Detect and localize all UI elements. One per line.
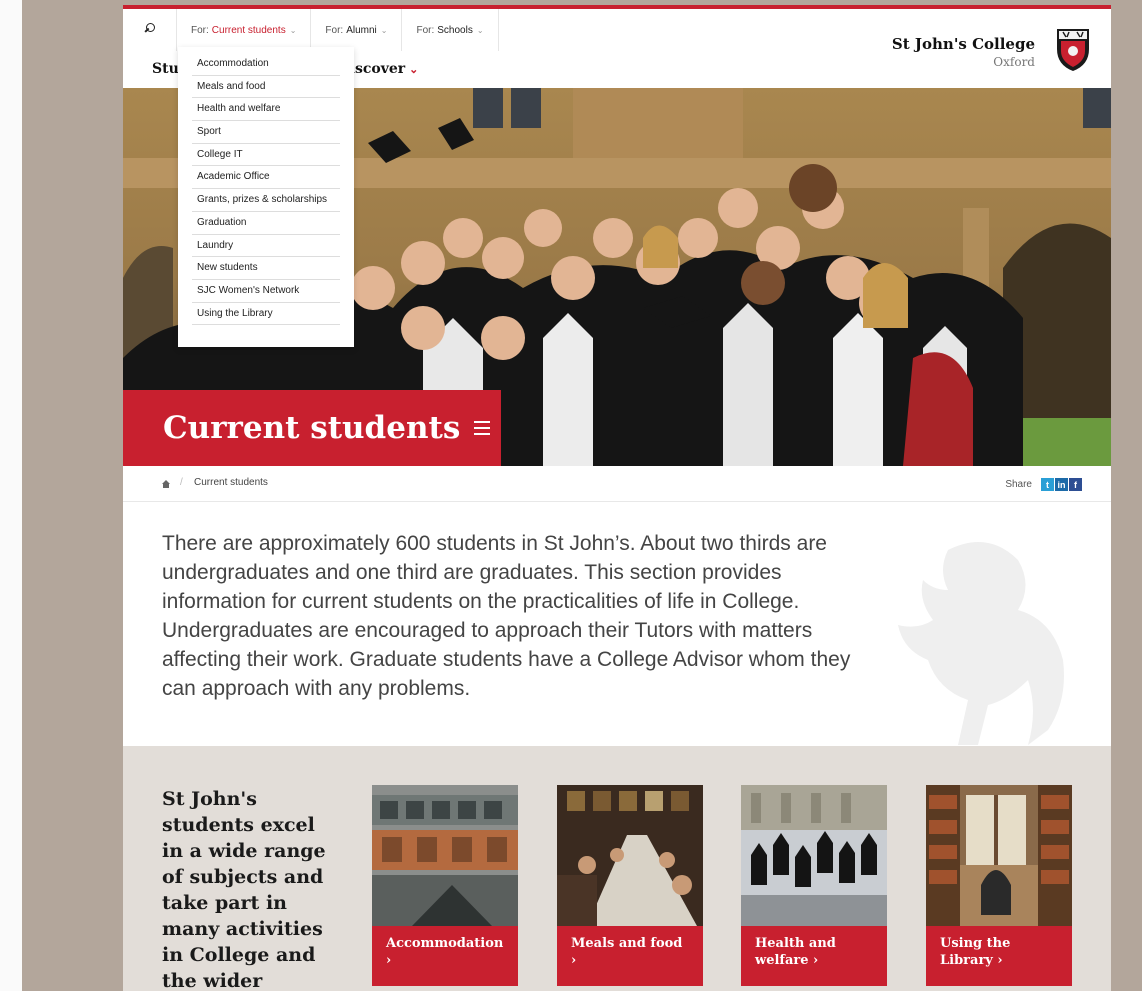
card-meals-and-food[interactable]: Meals and food ›: [557, 785, 703, 986]
card-label: Health and welfare ›: [741, 926, 887, 986]
dropdown-item-health-and-welfare[interactable]: Health and welfare: [192, 98, 340, 122]
dropdown-item-grants-prizes-scholarships[interactable]: Grants, prizes & scholarships: [192, 189, 340, 212]
breadcrumb-current: Current students: [194, 477, 268, 488]
card-using-the-library[interactable]: Using the Library ›: [926, 785, 1072, 986]
chevron-down-icon: ⌄: [409, 63, 419, 76]
dropdown-item-laundry[interactable]: Laundry: [192, 235, 340, 258]
page: For: Current students ⌄ For: Alumni ⌄ Fo…: [123, 5, 1111, 991]
audience-alumni[interactable]: For: Alumni ⌄: [311, 9, 403, 51]
card-label: Using the Library ›: [926, 926, 1072, 986]
library-photo: [926, 785, 1072, 926]
search-icon: [143, 23, 157, 37]
chevron-down-icon: ⌄: [380, 25, 388, 35]
intro-paragraph: There are approximately 600 students in …: [162, 532, 851, 700]
breadcrumb-separator: /: [180, 477, 183, 488]
audience-prefix: For:: [191, 24, 209, 36]
page-title-banner: Current students: [123, 390, 501, 466]
lion-watermark-icon: [898, 542, 1064, 745]
audience-current-students[interactable]: For: Current students ⌄: [177, 9, 312, 51]
dropdown-item-using-the-library[interactable]: Using the Library: [192, 303, 340, 326]
featured-section: St John's students excel in a wide range…: [123, 746, 1111, 991]
card-health-and-welfare[interactable]: Health and welfare ›: [741, 785, 887, 986]
card-label: Accommodation ›: [372, 926, 518, 986]
audience-nav: For: Current students ⌄ For: Alumni ⌄ Fo…: [123, 9, 499, 51]
dropdown-item-new-students[interactable]: New students: [192, 257, 340, 280]
dropdown-item-college-it[interactable]: College IT: [192, 144, 340, 167]
college-crest-logo[interactable]: [1055, 27, 1091, 73]
audience-prefix: For:: [416, 24, 435, 36]
hamburger-menu-icon[interactable]: [474, 421, 491, 435]
page-title: Current students: [163, 410, 461, 446]
card-accommodation[interactable]: Accommodation ›: [372, 785, 518, 986]
audience-prefix: For:: [325, 24, 344, 36]
dropdown-item-accommodation[interactable]: Accommodation: [192, 53, 340, 76]
audience-schools[interactable]: For: Schools ⌄: [402, 9, 499, 51]
dropdown-item-graduation[interactable]: Graduation: [192, 212, 340, 235]
chevron-down-icon: ⌄: [289, 25, 297, 35]
breadcrumb: / Current students Share t in f: [123, 466, 1111, 502]
audience-label: Current students: [211, 24, 286, 36]
college-wordmark[interactable]: St John's College Oxford: [892, 35, 1035, 69]
accommodation-photo: [372, 785, 518, 926]
twitter-icon[interactable]: t: [1041, 478, 1054, 491]
audience-label: Alumni: [346, 24, 377, 36]
dropdown-item-sjc-womens-network[interactable]: SJC Women's Network: [192, 280, 340, 303]
dropdown-item-meals-and-food[interactable]: Meals and food: [192, 76, 340, 99]
featured-heading: St John's students excel in a wide range…: [162, 788, 326, 991]
college-place: Oxford: [993, 55, 1035, 69]
college-name: St John's College: [891, 35, 1035, 53]
current-students-dropdown: Accommodation Meals and food Health and …: [178, 47, 354, 347]
audience-label: Schools: [437, 24, 473, 36]
linkedin-icon[interactable]: in: [1055, 478, 1068, 491]
chevron-down-icon: ⌄: [476, 25, 484, 35]
share-label: Share: [1005, 479, 1032, 490]
left-gutter: [0, 0, 22, 991]
home-icon[interactable]: [162, 480, 170, 488]
facebook-icon[interactable]: f: [1069, 478, 1082, 491]
students-jumping-photo: [741, 785, 887, 926]
search-button[interactable]: [123, 9, 177, 51]
card-label: Meals and food ›: [557, 926, 703, 986]
dining-hall-photo: [557, 785, 703, 926]
dropdown-item-academic-office[interactable]: Academic Office: [192, 166, 340, 190]
dropdown-item-sport[interactable]: Sport: [192, 121, 340, 144]
share-bar: Share t in f: [1005, 478, 1082, 491]
